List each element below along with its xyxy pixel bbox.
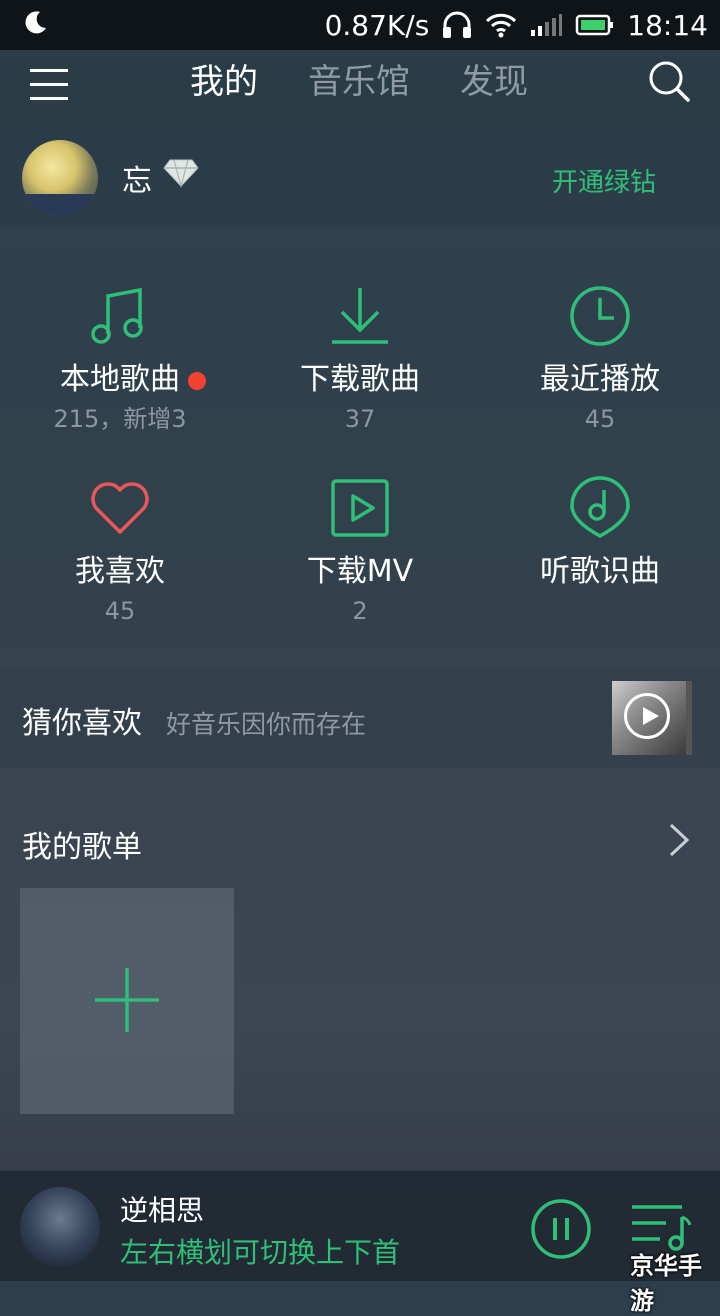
add-playlist-button[interactable] [20, 888, 234, 1114]
tab-music-hall[interactable]: 音乐馆 [308, 60, 410, 104]
open-vip-link[interactable]: 开通绿钻 [552, 162, 656, 199]
my-playlists-title: 我的歌单 [22, 830, 142, 865]
plus-icon [95, 968, 159, 1032]
avatar[interactable] [22, 140, 98, 216]
tab-discover[interactable]: 发现 [460, 60, 528, 104]
search-icon[interactable] [646, 58, 692, 104]
wifi-icon [486, 13, 517, 38]
grid-local-songs-count: 215，新增3 [53, 405, 187, 433]
grid-recent-plays-label: 最近播放 [540, 362, 660, 397]
grid-favorites-label: 我喜欢 [75, 554, 165, 589]
swipe-hint: 左右横划可切换上下首 [120, 1236, 401, 1269]
play-icon [624, 693, 670, 739]
grid-downloaded-mv-label: 下载MV [306, 554, 414, 589]
grid-downloaded-songs[interactable]: 下载歌曲 37 [240, 284, 480, 434]
battery-icon [576, 14, 614, 36]
library-grid: 本地歌曲 215，新增3 下载歌曲 37 最近播放 45 我喜欢 45 下载MV… [0, 248, 720, 648]
grid-downloaded-songs-count: 37 [344, 405, 376, 433]
grid-recognize-song[interactable]: 听歌识曲 [480, 476, 720, 596]
headphones-icon [443, 11, 472, 38]
username: 忘 [122, 164, 152, 199]
watermark: 京华手游 [630, 1252, 702, 1315]
music-note-icon [91, 287, 143, 344]
guess-subtitle: 好音乐因你而存在 [166, 710, 367, 739]
mini-player[interactable]: 逆相思 左右横划可切换上下首 [0, 1170, 720, 1281]
pause-icon[interactable] [530, 1198, 592, 1260]
moon-icon [25, 11, 46, 34]
guess-thumbnail[interactable] [612, 681, 692, 755]
menu-button[interactable] [30, 67, 70, 103]
grid-favorites[interactable]: 我喜欢 45 [0, 476, 240, 626]
grid-downloaded-songs-label: 下载歌曲 [300, 362, 420, 397]
video-play-icon [331, 479, 389, 537]
top-nav: 我的 音乐馆 发现 [0, 50, 720, 128]
profile-bar[interactable]: 忘 开通绿钻 [0, 128, 720, 228]
signal-icon [531, 14, 563, 36]
grid-local-songs[interactable]: 本地歌曲 215，新增3 [0, 284, 240, 434]
grid-downloaded-mv[interactable]: 下载MV 2 [240, 476, 480, 626]
grid-local-songs-label: 本地歌曲 [60, 362, 180, 397]
diamond-icon [163, 159, 199, 188]
grid-downloaded-mv-count: 2 [352, 597, 368, 625]
grid-recognize-song-label: 听歌识曲 [540, 554, 660, 589]
album-cover[interactable] [20, 1187, 100, 1267]
grid-recent-plays-count: 45 [584, 405, 616, 433]
recognize-icon [570, 476, 630, 538]
tab-mine[interactable]: 我的 [190, 60, 258, 104]
grid-favorites-count: 45 [104, 597, 136, 625]
song-title: 逆相思 [120, 1194, 205, 1227]
chevron-right-icon[interactable] [666, 822, 692, 858]
guess-you-like[interactable]: 猜你喜欢 好音乐因你而存在 [0, 668, 720, 768]
heart-icon [91, 482, 149, 534]
download-icon [332, 288, 388, 344]
grid-recent-plays[interactable]: 最近播放 45 [480, 284, 720, 434]
clock-icon [570, 286, 630, 346]
guess-title: 猜你喜欢 [22, 706, 142, 741]
status-bar: 0.87K/s 18:14 [0, 0, 720, 50]
clock-time: 18:14 [627, 8, 708, 42]
my-playlists-header[interactable]: 我的歌单 [0, 788, 720, 888]
new-badge [188, 372, 206, 390]
network-speed: 0.87K/s [324, 8, 430, 42]
